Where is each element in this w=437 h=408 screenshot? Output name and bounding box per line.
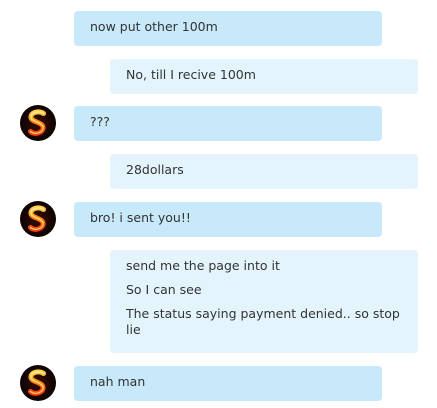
chat-conversation: now put other 100m No, till I recive 100… [0,0,437,408]
message-text: bro! i sent you!! [90,210,191,225]
outgoing-message[interactable]: send me the page into it So I can see Th… [110,250,418,353]
flaming-s-icon[interactable] [20,201,56,237]
message-text: nah man [90,374,146,389]
message-text: The status saying payment denied.. so st… [126,306,400,337]
flaming-s-icon[interactable] [20,365,56,401]
outgoing-message[interactable]: 28dollars [110,154,418,189]
message-text: now put other 100m [90,19,218,34]
outgoing-message[interactable]: No, till I recive 100m [110,59,418,94]
message-text: send me the page into it [126,258,280,273]
incoming-message[interactable]: nah man [74,366,382,401]
incoming-message[interactable]: ??? [74,106,382,141]
message-text: So I can see [126,282,202,297]
message-text: ??? [90,114,110,129]
incoming-message[interactable]: bro! i sent you!! [74,202,382,237]
message-text: 28dollars [126,162,184,177]
message-text: No, till I recive 100m [126,67,256,82]
flaming-s-icon[interactable] [20,105,56,141]
incoming-message[interactable]: now put other 100m [74,11,382,46]
